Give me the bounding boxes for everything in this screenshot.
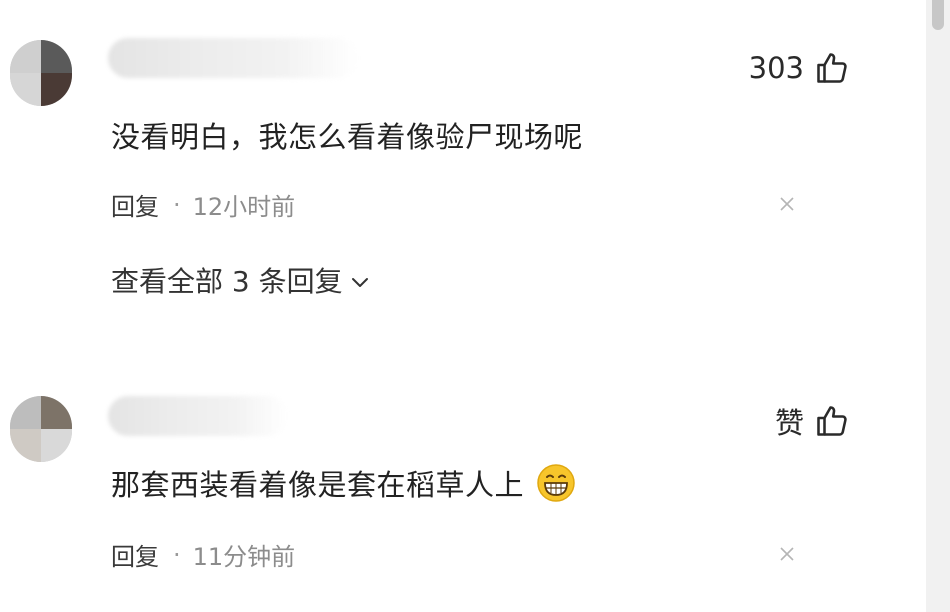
close-icon <box>780 547 794 561</box>
reply-button[interactable]: 回复 <box>111 537 159 572</box>
comment-time: 11分钟前 <box>192 543 296 571</box>
like-button[interactable]: 赞 <box>775 400 850 442</box>
scrollbar-thumb[interactable] <box>932 0 944 30</box>
thumbs-up-icon <box>817 406 847 436</box>
comment-text-container: 那套西装看着像是套在稻草人上 <box>111 462 576 504</box>
separator-dot: · <box>173 540 181 569</box>
comment-text: 那套西装看着像是套在稻草人上 <box>111 468 525 502</box>
close-button[interactable] <box>778 545 796 563</box>
like-label: 赞 <box>774 406 804 440</box>
username-blurred <box>108 396 288 436</box>
avatar[interactable] <box>10 396 72 462</box>
comment-meta: 回复 · 11分钟前 <box>111 537 295 572</box>
scrollbar[interactable] <box>926 0 950 612</box>
comment-item: 赞 那套西装看着像是套在稻草人上 回复 · 11分钟前 <box>0 0 900 612</box>
grinning-face-emoji-icon <box>536 464 575 502</box>
